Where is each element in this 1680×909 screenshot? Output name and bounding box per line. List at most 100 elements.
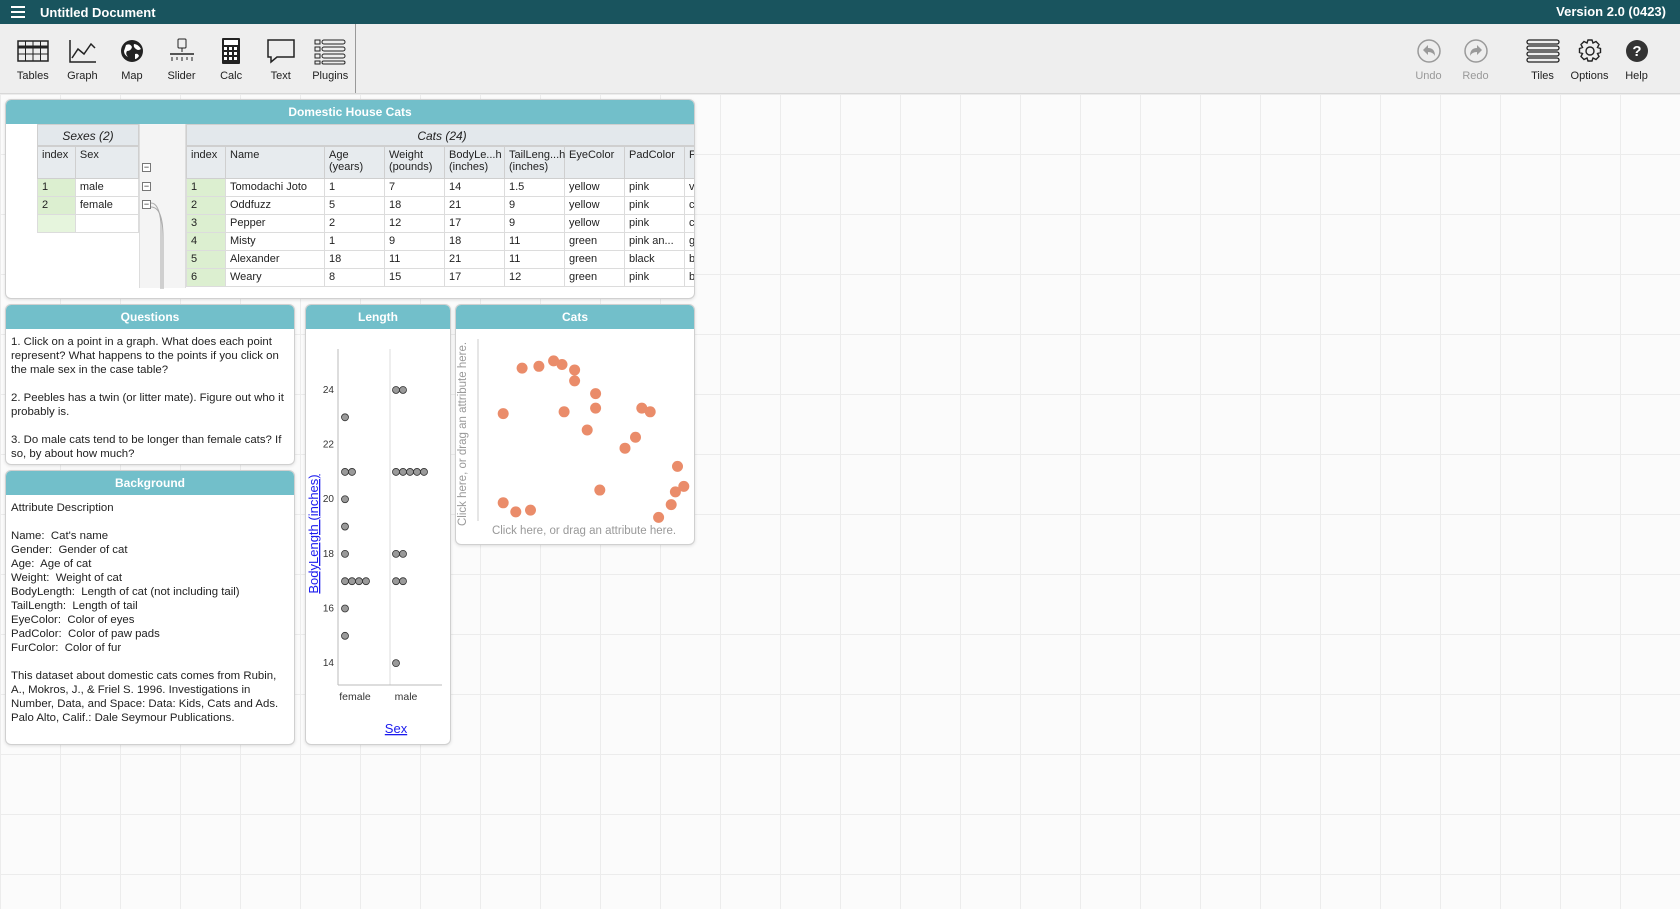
column-header[interactable]: index [186, 146, 226, 179]
data-point[interactable] [406, 468, 414, 476]
table-cell[interactable]: 11 [504, 232, 565, 251]
index-cell[interactable]: 2 [37, 196, 76, 215]
table-cell[interactable]: Pepper [225, 214, 325, 233]
data-point[interactable] [510, 506, 522, 518]
text-button[interactable]: Text [256, 24, 306, 93]
tiles-button[interactable]: Tiles [1519, 24, 1566, 93]
data-point[interactable] [413, 468, 421, 476]
x-axis-label[interactable]: Sex [385, 721, 408, 736]
data-point[interactable] [362, 577, 370, 586]
table-cell[interactable]: pink [624, 268, 685, 287]
column-header[interactable]: index [37, 146, 76, 179]
table-row[interactable]: 1 Tomodachi Joto 1 7 14 1.5 yellow pink v [186, 178, 694, 197]
data-point[interactable] [590, 388, 602, 400]
y-axis-label[interactable]: BodyLength (inches) [306, 474, 321, 593]
column-header[interactable]: Sex [74, 146, 140, 179]
table-cell[interactable]: 1 [324, 178, 385, 197]
cats-graph-title[interactable]: Cats [456, 305, 694, 329]
table-cell[interactable]: pink an... [624, 232, 685, 251]
data-point[interactable] [619, 442, 631, 454]
table-cell[interactable]: Oddfuzz [225, 196, 325, 215]
document-title[interactable]: Untitled Document [40, 5, 156, 20]
table-cell[interactable]: 9 [504, 214, 565, 233]
data-point[interactable] [420, 468, 428, 476]
undo-button[interactable]: Undo [1405, 24, 1452, 93]
table-cell[interactable]: pink [624, 178, 685, 197]
parent-collection-header[interactable]: Sexes (2) [37, 124, 139, 146]
data-point[interactable] [341, 604, 349, 613]
data-point[interactable] [630, 431, 641, 443]
table-cell[interactable]: green [564, 268, 625, 287]
index-cell[interactable] [37, 214, 76, 233]
column-header[interactable]: EyeColor [564, 146, 625, 179]
case-table-tile[interactable]: Domestic House Cats Sexes (2) Cats (24) … [5, 99, 695, 299]
x-tick-label[interactable]: female [339, 691, 371, 703]
redo-button[interactable]: Redo [1452, 24, 1499, 93]
data-point[interactable] [341, 577, 349, 586]
table-cell[interactable]: b [684, 250, 694, 269]
data-point[interactable] [355, 577, 363, 586]
table-cell[interactable]: 5 [324, 196, 385, 215]
questions-title[interactable]: Questions [6, 305, 294, 329]
table-cell[interactable]: green [564, 232, 625, 251]
table-row[interactable]: 3 Pepper 2 12 17 9 yellow pink c [186, 214, 694, 233]
index-cell[interactable]: 1 [186, 178, 226, 197]
index-cell[interactable]: 5 [186, 250, 226, 269]
data-point[interactable] [341, 413, 349, 422]
table-cell[interactable]: g [684, 232, 694, 251]
slider-button[interactable]: Slider [157, 24, 207, 93]
data-point[interactable] [392, 386, 400, 394]
data-point[interactable] [399, 577, 407, 586]
column-header[interactable]: PadColor [624, 146, 685, 179]
table-cell[interactable]: 21 [444, 196, 505, 215]
table-row[interactable]: 2 female [37, 196, 140, 215]
data-point[interactable] [644, 406, 656, 418]
options-button[interactable]: Options [1566, 24, 1613, 93]
data-point[interactable] [594, 484, 606, 496]
table-cell[interactable]: v [684, 178, 694, 197]
data-point[interactable] [497, 497, 509, 509]
sex-cell[interactable]: female [74, 196, 140, 215]
table-cell[interactable]: 1.5 [504, 178, 565, 197]
x-tick-label[interactable]: male [395, 691, 418, 703]
index-cell[interactable]: 6 [186, 268, 226, 287]
table-cell[interactable]: Weary [225, 268, 325, 287]
table-cell[interactable]: 15 [384, 268, 445, 287]
table-cell[interactable]: 14 [444, 178, 505, 197]
cats-graph-tile[interactable]: Cats Click here, or drag an attribute he… [455, 304, 695, 545]
table-cell[interactable]: 11 [504, 250, 565, 269]
help-button[interactable]: ? Help [1613, 24, 1660, 93]
data-point[interactable] [516, 362, 528, 374]
data-point[interactable] [569, 375, 581, 387]
x-axis-drop-hint[interactable]: Click here, or drag an attribute here. [492, 525, 676, 537]
data-point[interactable] [590, 402, 602, 414]
sex-cell[interactable]: male [74, 178, 140, 197]
data-point[interactable] [392, 468, 400, 476]
data-point[interactable] [556, 358, 568, 370]
table-cell[interactable]: 17 [444, 268, 505, 287]
hamburger-menu-icon[interactable] [0, 0, 36, 24]
background-tile[interactable]: Background Attribute Description Name: C… [5, 470, 295, 745]
data-point[interactable] [525, 504, 536, 516]
data-point[interactable] [392, 549, 400, 558]
table-cell[interactable]: c [684, 196, 694, 215]
table-cell[interactable]: 12 [504, 268, 565, 287]
data-point[interactable] [341, 468, 349, 476]
data-point[interactable] [569, 364, 581, 376]
index-cell[interactable]: 2 [186, 196, 226, 215]
data-point[interactable] [341, 522, 349, 531]
index-cell[interactable]: 4 [186, 232, 226, 251]
map-button[interactable]: Map [107, 24, 157, 93]
questions-tile[interactable]: Questions 1. Click on a point in a graph… [5, 304, 295, 465]
column-header[interactable]: Age (years) [324, 146, 385, 179]
length-dot-plot[interactable]: BodyLength (inches) Sex 14 16 18 20 22 24 fema… [306, 329, 451, 745]
table-cell[interactable]: 9 [504, 196, 565, 215]
data-point[interactable] [341, 495, 349, 504]
child-collection-header[interactable]: Cats (24) [186, 124, 694, 146]
background-title[interactable]: Background [6, 471, 294, 495]
cats-scatter-plot[interactable]: Click here, or drag an attribute here. C… [456, 329, 695, 545]
table-cell[interactable]: 17 [444, 214, 505, 233]
table-row[interactable]: 2 Oddfuzz 5 18 21 9 yellow pink c [186, 196, 694, 215]
data-point[interactable] [341, 549, 349, 558]
data-point[interactable] [497, 408, 509, 420]
